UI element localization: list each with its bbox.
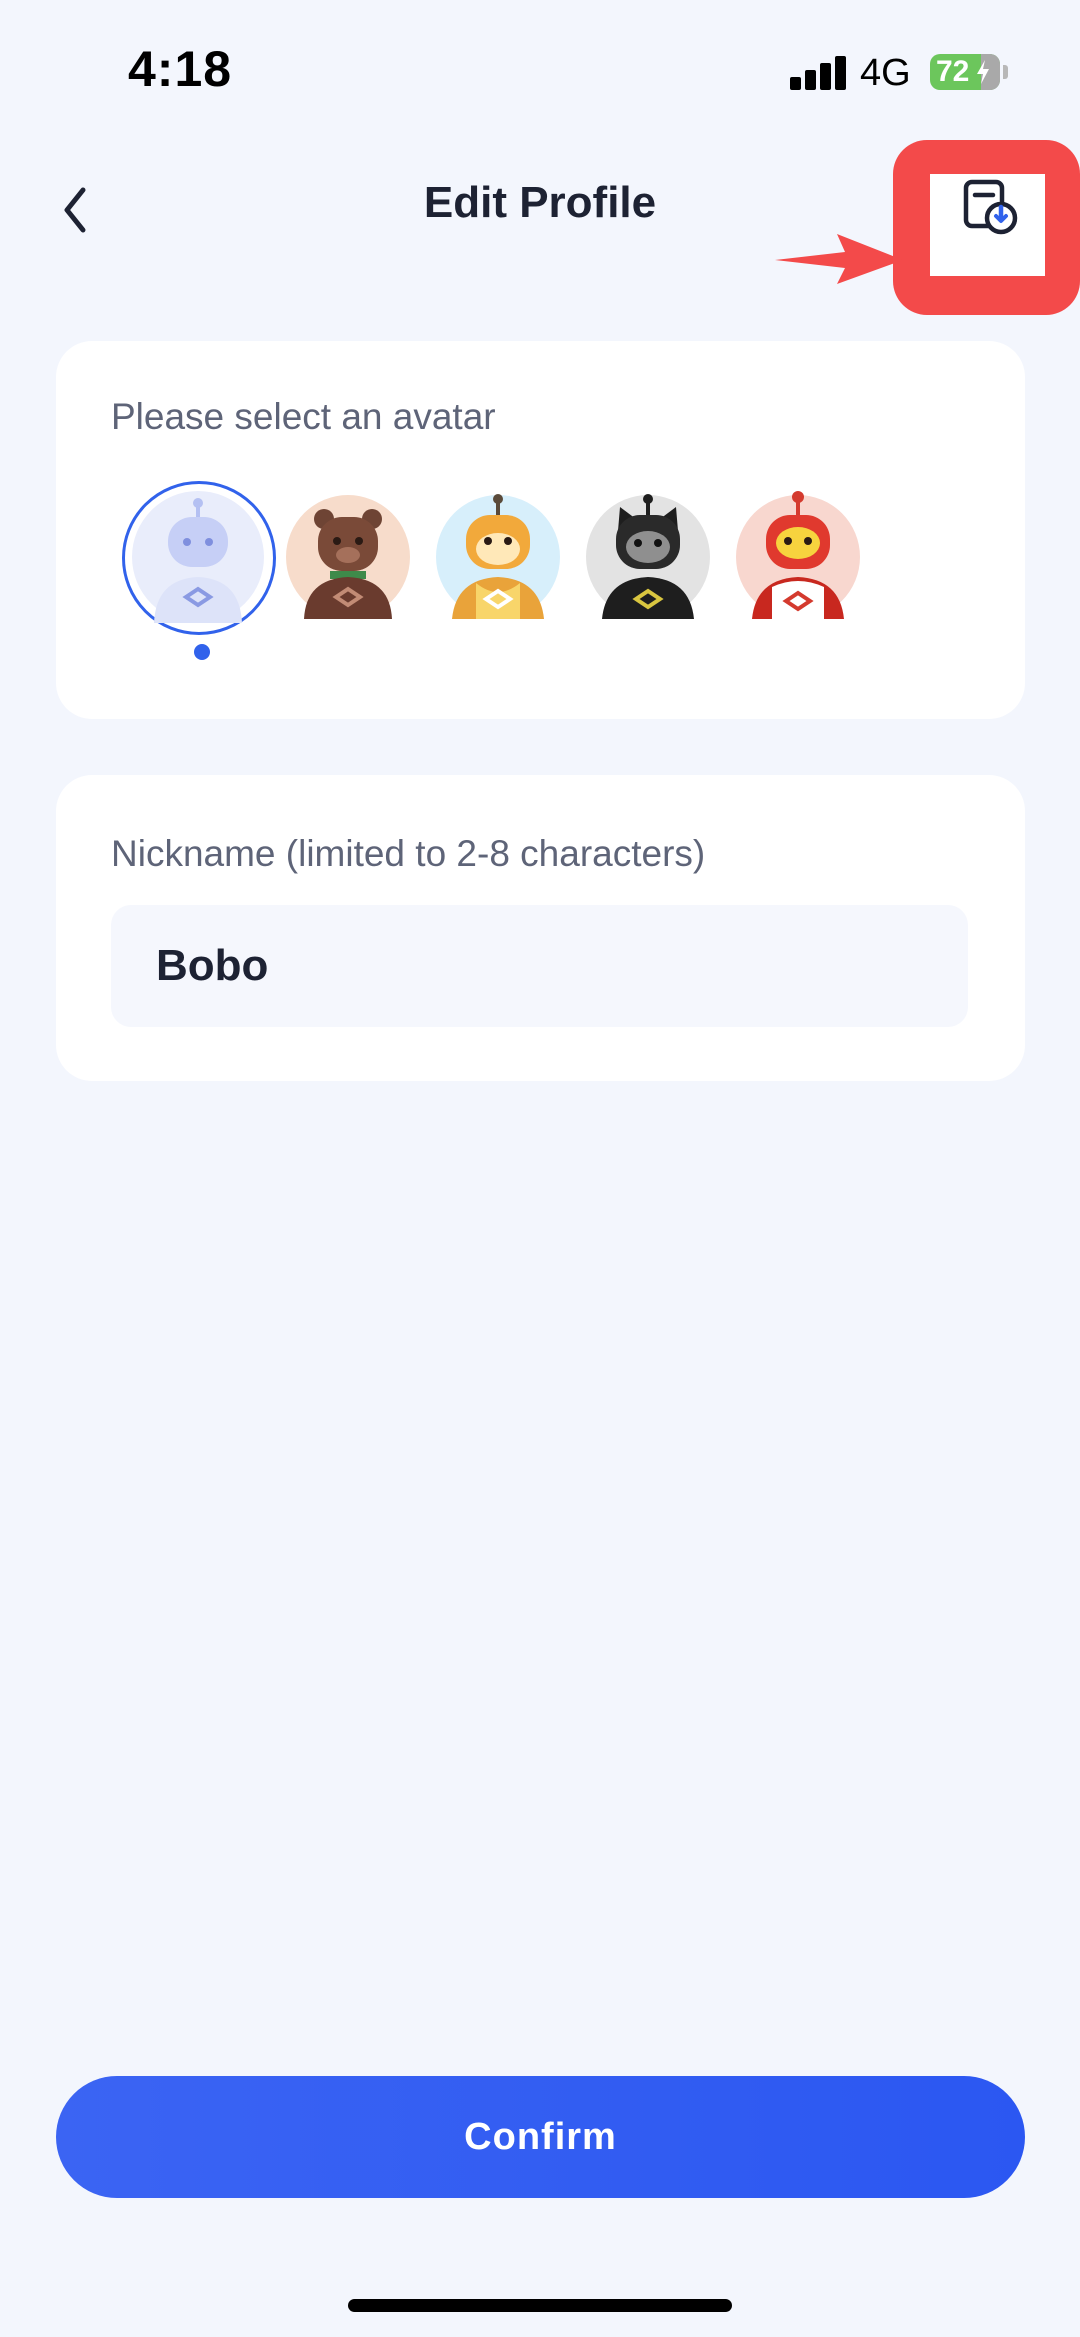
nickname-card: Nickname (limited to 2-8 characters) Bob… (56, 775, 1025, 1081)
export-document-icon (963, 179, 1018, 235)
charging-bolt-icon (977, 60, 989, 84)
avatar-section-label: Please select an avatar (111, 396, 496, 437)
avatar-option-bear-brown[interactable] (274, 483, 422, 631)
nickname-value: Bobo (156, 941, 269, 990)
avatar-option-tiger-orange[interactable] (424, 483, 572, 631)
battery-tip (1003, 65, 1008, 79)
avatar-option-robot-blue[interactable] (122, 481, 276, 635)
avatar-option-cat-black[interactable] (574, 483, 722, 631)
home-indicator (348, 2299, 732, 2312)
confirm-button[interactable]: Confirm (56, 2076, 1025, 2198)
avatar-option-robot-red[interactable] (724, 483, 872, 631)
status-time: 4:18 (128, 41, 233, 97)
nickname-input[interactable]: Bobo (111, 905, 968, 1027)
selected-indicator-dot (194, 644, 210, 660)
cat-avatar-icon (586, 494, 710, 619)
battery-percent: 72 (936, 55, 970, 88)
red-robot-avatar-icon (736, 491, 860, 619)
annotation-arrow-icon (775, 234, 903, 284)
tiger-avatar-icon (436, 494, 560, 619)
bear-avatar-icon (286, 495, 410, 619)
avatar-card: Please select an avatar (56, 341, 1025, 719)
signal-icon (790, 56, 846, 90)
export-button[interactable] (961, 177, 1021, 237)
network-type: 4G (860, 52, 911, 94)
robot-avatar-icon (132, 491, 264, 623)
battery-icon: 72 (930, 54, 1000, 90)
nickname-label: Nickname (limited to 2-8 characters) (111, 833, 706, 874)
avatar-row (122, 481, 884, 635)
status-bar: 4:18 4G 72 (0, 0, 1080, 140)
